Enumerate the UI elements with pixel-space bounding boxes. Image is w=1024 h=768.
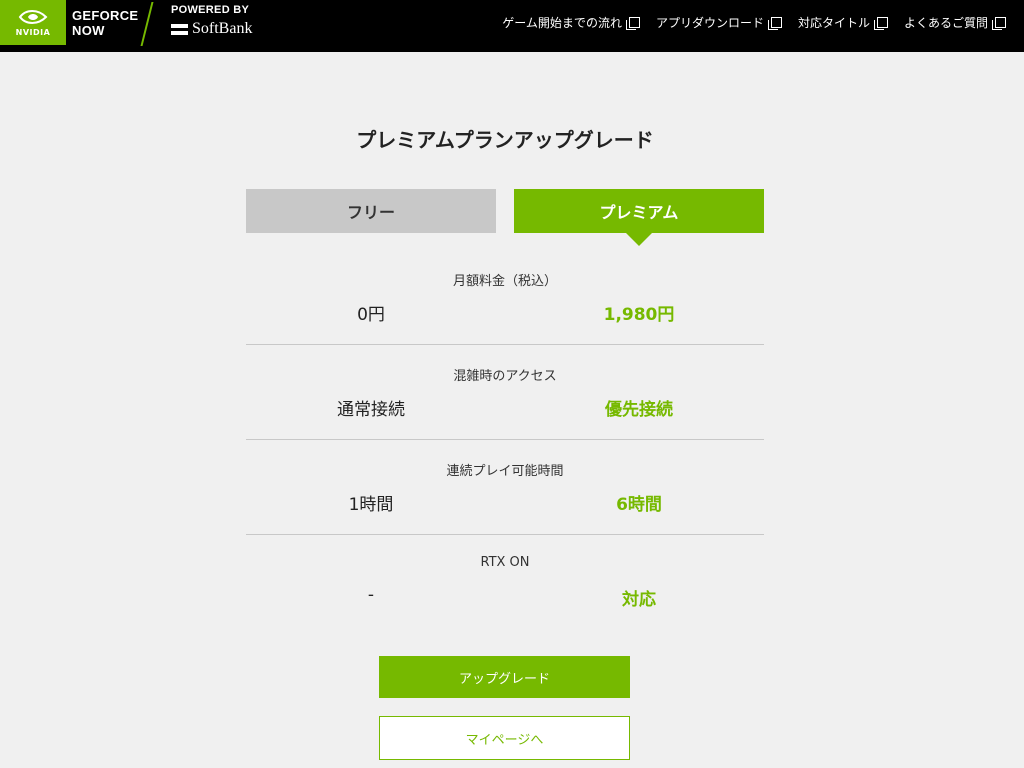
site-header: NVIDIA GEFORCE NOW POWERED BY SoftBank ゲ… (0, 0, 1024, 52)
softbank-bars-icon (171, 23, 188, 35)
comparison-row-rtx: RTX ON - 対応 (246, 535, 764, 630)
geforce-text: GEFORCE (72, 8, 139, 23)
nav-app-download[interactable]: アプリダウンロード (655, 14, 782, 31)
logo-divider (140, 2, 154, 46)
tab-free-plan[interactable]: フリー (246, 189, 496, 233)
row-label: 混雑時のアクセス (453, 369, 557, 384)
geforce-now-wordmark[interactable]: GEFORCE NOW (72, 8, 138, 38)
tab-premium-plan[interactable]: プレミアム (514, 189, 764, 233)
nvidia-wordmark: NVIDIA (15, 28, 51, 37)
premium-value: 対応 (622, 590, 656, 610)
upgrade-button[interactable]: アップグレード (379, 656, 630, 698)
header-nav: ゲーム開始までの流れ アプリダウンロード 対応タイトル よくあるご質問 (502, 14, 1006, 31)
nav-label: 対応タイトル (797, 16, 870, 30)
comparison-row-access: 混雑時のアクセス 通常接続 優先接続 (246, 345, 764, 440)
softbank-text: SoftBank (192, 20, 253, 37)
premium-value: 優先接続 (605, 400, 673, 420)
external-link-icon (767, 16, 782, 30)
mypage-button[interactable]: マイページへ (379, 716, 630, 760)
nav-faq[interactable]: よくあるご質問 (903, 14, 1006, 31)
page-title: プレミアムプランアップグレード (356, 128, 654, 152)
premium-value: 1,980円 (603, 305, 675, 325)
row-label: RTX ON (480, 555, 530, 570)
row-label: 連続プレイ可能時間 (446, 464, 564, 479)
selected-tab-arrow-icon (626, 233, 652, 246)
free-value: 0円 (357, 305, 385, 325)
comparison-row-playtime: 連続プレイ可能時間 1時間 6時間 (246, 440, 764, 535)
free-value: - (367, 585, 375, 605)
external-link-icon (873, 16, 888, 30)
comparison-row-price: 月額料金（税込） 0円 1,980円 (246, 250, 764, 345)
now-text: NOW (72, 23, 105, 38)
nvidia-eye-icon (18, 8, 48, 26)
nav-supported-titles[interactable]: 対応タイトル (797, 14, 888, 31)
nav-label: アプリダウンロード (655, 16, 764, 30)
softbank-logo: SoftBank (171, 20, 252, 38)
powered-by-text: POWERED BY (171, 4, 250, 16)
free-value: 1時間 (348, 495, 394, 515)
free-value: 通常接続 (337, 400, 405, 420)
nav-label: ゲーム開始までの流れ (502, 16, 622, 30)
premium-value: 6時間 (616, 495, 662, 515)
external-link-icon (625, 16, 640, 30)
row-label: 月額料金（税込） (452, 274, 557, 289)
nav-label: よくあるご質問 (903, 16, 988, 30)
external-link-icon (992, 16, 1006, 30)
nvidia-logo[interactable]: NVIDIA (0, 0, 66, 45)
nav-game-start-flow[interactable]: ゲーム開始までの流れ (502, 14, 640, 31)
